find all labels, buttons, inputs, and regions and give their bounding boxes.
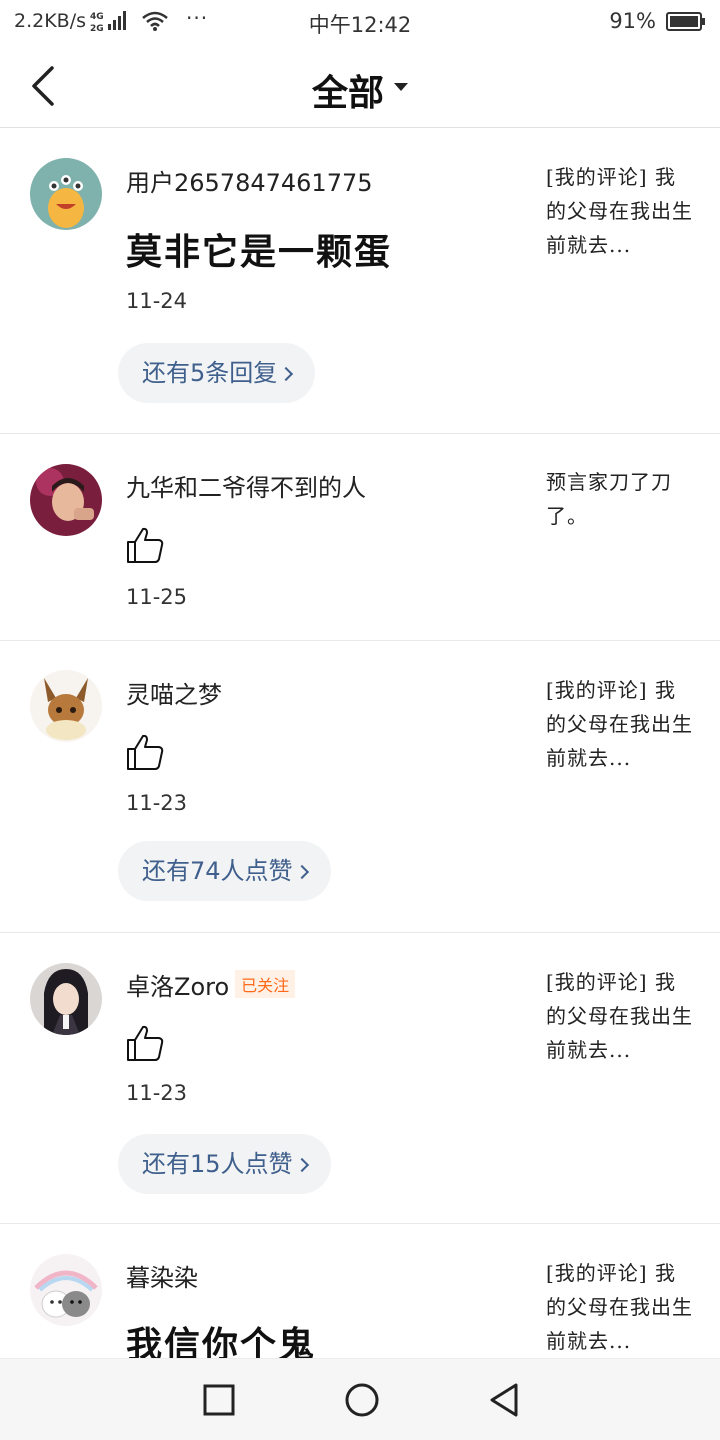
more-likes-label: 还有15人点赞	[142, 1150, 293, 1178]
like-icon[interactable]	[126, 733, 164, 771]
chevron-right-icon	[279, 366, 294, 382]
like-icon[interactable]	[126, 526, 164, 564]
dropdown-caret-icon	[394, 83, 408, 91]
avatar[interactable]	[30, 670, 102, 742]
like-icon[interactable]	[126, 1024, 164, 1062]
page-title: 全部	[311, 72, 384, 114]
more-likes-button[interactable]: 还有15人点赞	[118, 1134, 331, 1194]
reply-date: 11-25	[126, 585, 188, 609]
followed-badge: 已关注	[235, 970, 296, 998]
list-item[interactable]: 九华和二爷得不到的人 11-25 预言家刀了刀了。	[0, 434, 720, 641]
more-replies-label: 还有5条回复	[142, 359, 278, 387]
username[interactable]: 暮染染	[126, 1258, 198, 1293]
home-icon[interactable]	[342, 1381, 382, 1421]
filter-dropdown[interactable]: 全部	[0, 64, 720, 116]
system-nav-bar	[0, 1358, 720, 1440]
header: 全部	[0, 44, 720, 128]
avatar[interactable]	[30, 158, 102, 230]
reply-date: 11-24	[126, 289, 188, 313]
reply-list: 用户2657847461775 莫非它是一颗蛋 11-24 还有5条回复 [我的…	[0, 129, 720, 1424]
my-comment-reference[interactable]: [我的评论] 我的父母在我出生前就去...	[546, 673, 696, 775]
username[interactable]: 卓洛Zoro 已关注	[126, 967, 296, 1002]
reply-content: 莫非它是一颗蛋	[126, 231, 393, 273]
battery-percent: 91%	[609, 9, 656, 33]
more-replies-button[interactable]: 还有5条回复	[118, 343, 316, 403]
more-likes-button[interactable]: 还有74人点赞	[118, 841, 331, 901]
username-text: 卓洛Zoro	[126, 973, 230, 1001]
reply-date: 11-23	[126, 1081, 188, 1105]
username[interactable]: 九华和二爷得不到的人	[126, 468, 366, 503]
recent-apps-icon[interactable]	[200, 1381, 240, 1421]
list-item[interactable]: 用户2657847461775 莫非它是一颗蛋 11-24 还有5条回复 [我的…	[0, 129, 720, 434]
avatar[interactable]	[30, 963, 102, 1035]
username[interactable]: 用户2657847461775	[126, 163, 373, 198]
my-comment-reference[interactable]: [我的评论] 我的父母在我出生前就去...	[546, 965, 696, 1067]
list-item[interactable]: 卓洛Zoro 已关注 11-23 还有15人点赞 [我的评论] 我的父母在我出生前…	[0, 933, 720, 1224]
avatar[interactable]	[30, 1254, 102, 1326]
battery-icon	[666, 12, 705, 31]
status-bar: 2.2KB/s 4G 2G ··· 中午12:42 91%	[0, 0, 720, 44]
reply-date: 11-23	[126, 791, 188, 815]
avatar[interactable]	[30, 464, 102, 536]
chevron-right-icon	[294, 1157, 309, 1173]
my-comment-reference[interactable]: 预言家刀了刀了。	[546, 465, 696, 533]
back-nav-icon[interactable]	[486, 1381, 526, 1421]
chevron-right-icon	[294, 864, 309, 880]
my-comment-reference[interactable]: [我的评论] 我的父母在我出生前就去...	[546, 160, 696, 262]
my-comment-reference[interactable]: [我的评论] 我的父母在我出生前就去...	[546, 1256, 696, 1358]
more-likes-label: 还有74人点赞	[142, 857, 293, 885]
username[interactable]: 灵喵之梦	[126, 675, 222, 710]
list-item[interactable]: 灵喵之梦 11-23 还有74人点赞 [我的评论] 我的父母在我出生前就去...	[0, 641, 720, 933]
